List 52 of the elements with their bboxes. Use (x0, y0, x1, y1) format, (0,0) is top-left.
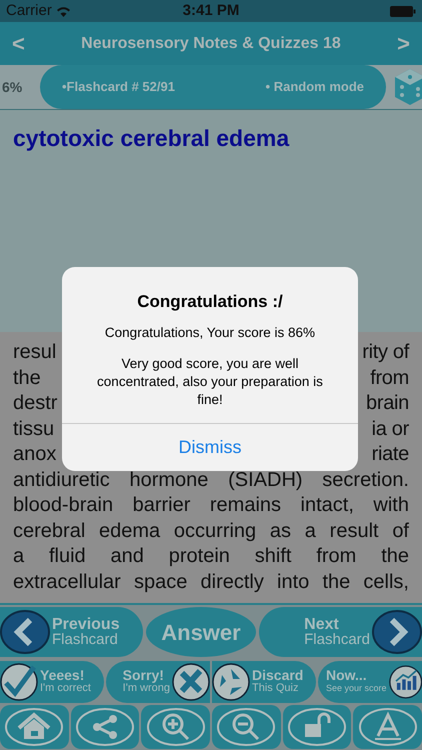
body-text-line: cerebral edema occurring as a result of (13, 518, 409, 544)
unlock-button[interactable] (282, 705, 352, 749)
correct-button[interactable]: Yeees! I'm correct (0, 661, 104, 703)
body-text-fragment: anox (13, 442, 56, 467)
body-text-fragment: the (13, 366, 41, 390)
next-flashcard-button[interactable]: Next Flashcard (259, 607, 422, 657)
wifi-icon (56, 6, 71, 16)
zoom-out-button[interactable] (212, 705, 281, 749)
previous-flashcard-button[interactable]: Previous Flashcard (0, 607, 143, 657)
font-size-icon (358, 706, 418, 748)
checkmark-icon (0, 663, 38, 701)
battery-icon (390, 6, 416, 16)
alert-message: Very good score, you are well concentrated, also your preparation is fine! (96, 354, 324, 409)
nav-title: Neurosensory Notes & Quizzes 18 (81, 34, 341, 54)
body-text-line: blood-brain barrier remains intact, with (13, 493, 409, 518)
forward-button[interactable]: > (393, 27, 414, 60)
zoom-in-button[interactable] (141, 705, 210, 749)
back-button[interactable]: < (8, 27, 29, 60)
body-text-fragment: from (370, 366, 409, 390)
term-heading: cytotoxic cerebral edema (13, 124, 290, 153)
alert-message: Congratulations, Your score is 86% (104, 324, 316, 342)
share-icon (74, 706, 135, 748)
mode-label: • Random mode (266, 78, 364, 96)
body-text-fragment: destr (13, 391, 58, 416)
home-icon (4, 706, 64, 748)
body-text-fragment: riate (372, 442, 409, 467)
discard-quiz-button[interactable]: Discard This Quiz (212, 661, 316, 703)
flashcard-counter: •Flashcard # 52/91 (62, 78, 175, 96)
zoom-out-icon (216, 706, 276, 748)
answer-button[interactable]: Answer (146, 607, 256, 657)
share-button[interactable] (70, 705, 140, 749)
carrier-label: Carrier (6, 0, 52, 21)
body-text-fragment: ia or (372, 416, 409, 442)
zoom-in-icon (146, 706, 206, 748)
dice-icon[interactable] (394, 67, 422, 107)
body-text-line: a fluid and protein shift from the (13, 544, 409, 569)
dismiss-button[interactable]: Dismiss (62, 422, 358, 471)
alert-title: Congratulations :/ (137, 291, 283, 313)
body-text-line: extracellular space directly into the cells, (13, 570, 409, 594)
body-text-fragment: brain (366, 391, 409, 416)
bar-chart-icon (388, 663, 422, 701)
body-text-fragment: resul (13, 340, 56, 365)
see-score-button[interactable]: Now... See your score (318, 661, 422, 703)
score-percent: 6% (1, 78, 24, 96)
home-button[interactable] (0, 705, 69, 749)
wrong-button[interactable]: Sorry! I'm wrong (106, 661, 210, 703)
padlock-icon (286, 706, 347, 748)
body-text-fragment: rity of (362, 340, 409, 365)
status-time: 3:41 PM (182, 0, 240, 21)
body-text-fragment: tissu (13, 416, 54, 442)
cross-icon (172, 663, 210, 701)
font-button[interactable] (353, 705, 422, 749)
